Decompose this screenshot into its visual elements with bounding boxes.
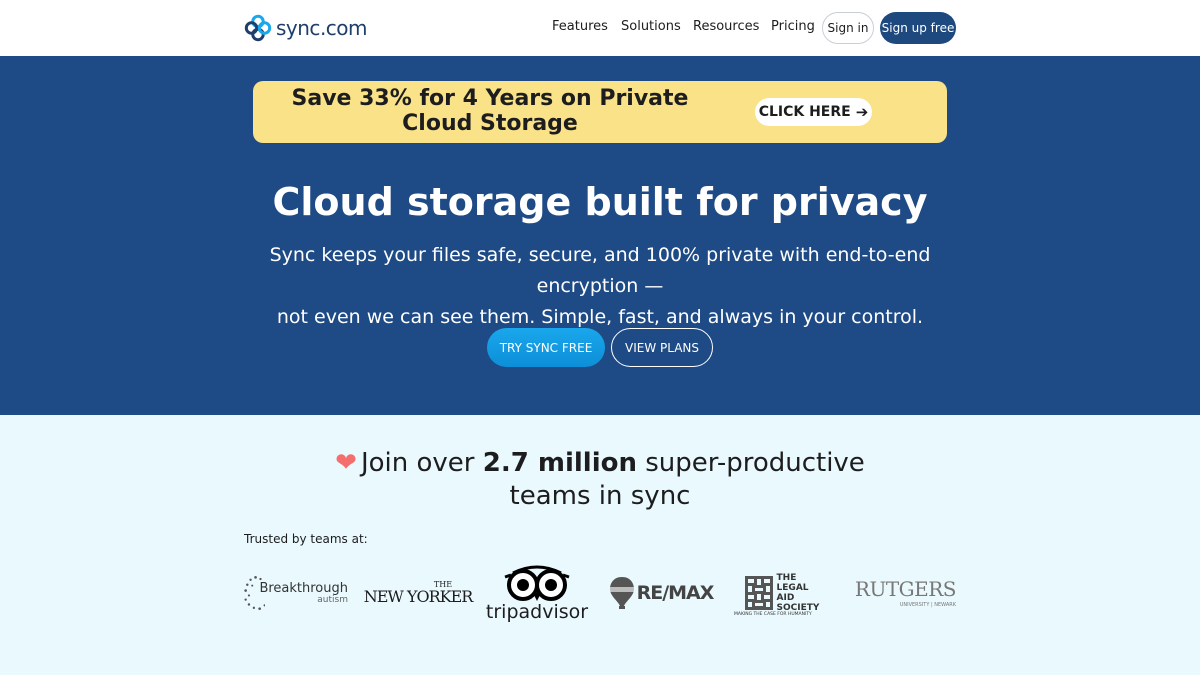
legal-aid-society: SOCIETY <box>776 602 820 613</box>
new-yorker-text: NEW YORKER <box>363 586 474 606</box>
legal-aid-society-logo: THE LEGAL AID SOCIETY MAKING THE CASE FO… <box>732 555 832 630</box>
hero-subtitle: Sync keeps your files safe, secure, and … <box>230 240 970 333</box>
legal-aid-tagline: MAKING THE CASE FOR HUMANITY <box>734 612 812 617</box>
sign-in-button[interactable]: Sign in <box>822 12 874 44</box>
trusted-label: Trusted by teams at: <box>244 532 368 546</box>
logo-wordmark: sync.com <box>276 16 368 40</box>
join-headline: ❤ Join over 2.7 million super-productive … <box>0 447 1200 513</box>
sync-logo-icon <box>244 14 272 42</box>
view-plans-button[interactable]: VIEW PLANS <box>611 328 713 367</box>
legal-aid-grid-icon <box>744 575 773 610</box>
rutgers-text: RUTGERS <box>854 577 957 601</box>
nav-resources[interactable]: Resources <box>693 19 759 34</box>
promo-line-1: Save 33% for 4 Years on Private <box>291 86 689 111</box>
promo-banner[interactable]: Save 33% for 4 Years on Private Cloud St… <box>253 81 947 143</box>
nav-pricing[interactable]: Pricing <box>771 19 815 34</box>
promo-text: Save 33% for 4 Years on Private Cloud St… <box>253 86 727 136</box>
tripadvisor-logo: tripadvisor <box>484 555 590 630</box>
legal-aid-legal: LEGAL <box>776 582 809 593</box>
social-proof-section: ❤ Join over 2.7 million super-productive … <box>0 415 1200 675</box>
remax-balloon-icon <box>609 576 634 609</box>
promo-click-here-button[interactable]: CLICK HERE ➔ <box>755 98 872 126</box>
autism-text: autism <box>317 594 348 605</box>
hero-subtitle-line-1: Sync keeps your files safe, secure, and … <box>269 244 931 297</box>
rutgers-logo: RUTGERS UNIVERSITY | NEWARK <box>852 555 957 630</box>
hero-subtitle-line-2: not even we can see them. Simple, fast, … <box>276 306 924 328</box>
hero-section: Save 33% for 4 Years on Private Cloud St… <box>0 56 1200 415</box>
remax-text: RE/MAX <box>636 581 715 604</box>
rutgers-sub: UNIVERSITY | NEWARK <box>899 602 956 608</box>
remax-logo: RE/MAX <box>606 555 716 630</box>
hero-title: Cloud storage built for privacy <box>272 180 928 224</box>
nav-features[interactable]: Features <box>552 19 608 34</box>
legal-aid-the: THE <box>776 572 797 583</box>
promo-line-2: Cloud Storage <box>402 111 578 136</box>
sync-logo[interactable]: sync.com <box>244 13 368 43</box>
sign-up-button[interactable]: Sign up free <box>880 12 956 44</box>
heart-icon: ❤ <box>335 448 357 478</box>
breakthrough-text: Breakthrough <box>259 580 348 596</box>
try-sync-free-button[interactable]: TRY SYNC FREE <box>487 328 605 367</box>
site-header: sync.com Features Solutions Resources Pr… <box>0 0 1200 56</box>
user-count: 2.7 million <box>482 448 637 478</box>
new-yorker-logo: THE NEW YORKER <box>362 555 474 630</box>
arrow-right-icon: ➔ <box>855 103 869 121</box>
promo-cta-label: CLICK HERE <box>758 104 851 120</box>
nav-solutions[interactable]: Solutions <box>621 19 681 34</box>
join-headline-line-2: teams in sync <box>509 481 691 511</box>
legal-aid-aid: AID <box>776 592 795 603</box>
tripadvisor-text: tripadvisor <box>485 600 589 623</box>
customer-logos: Breakthrough autism THE NEW YORKER tripa… <box>244 555 957 630</box>
tripadvisor-owl-icon <box>504 565 570 601</box>
breakthrough-autism-logo: Breakthrough autism <box>244 555 348 630</box>
